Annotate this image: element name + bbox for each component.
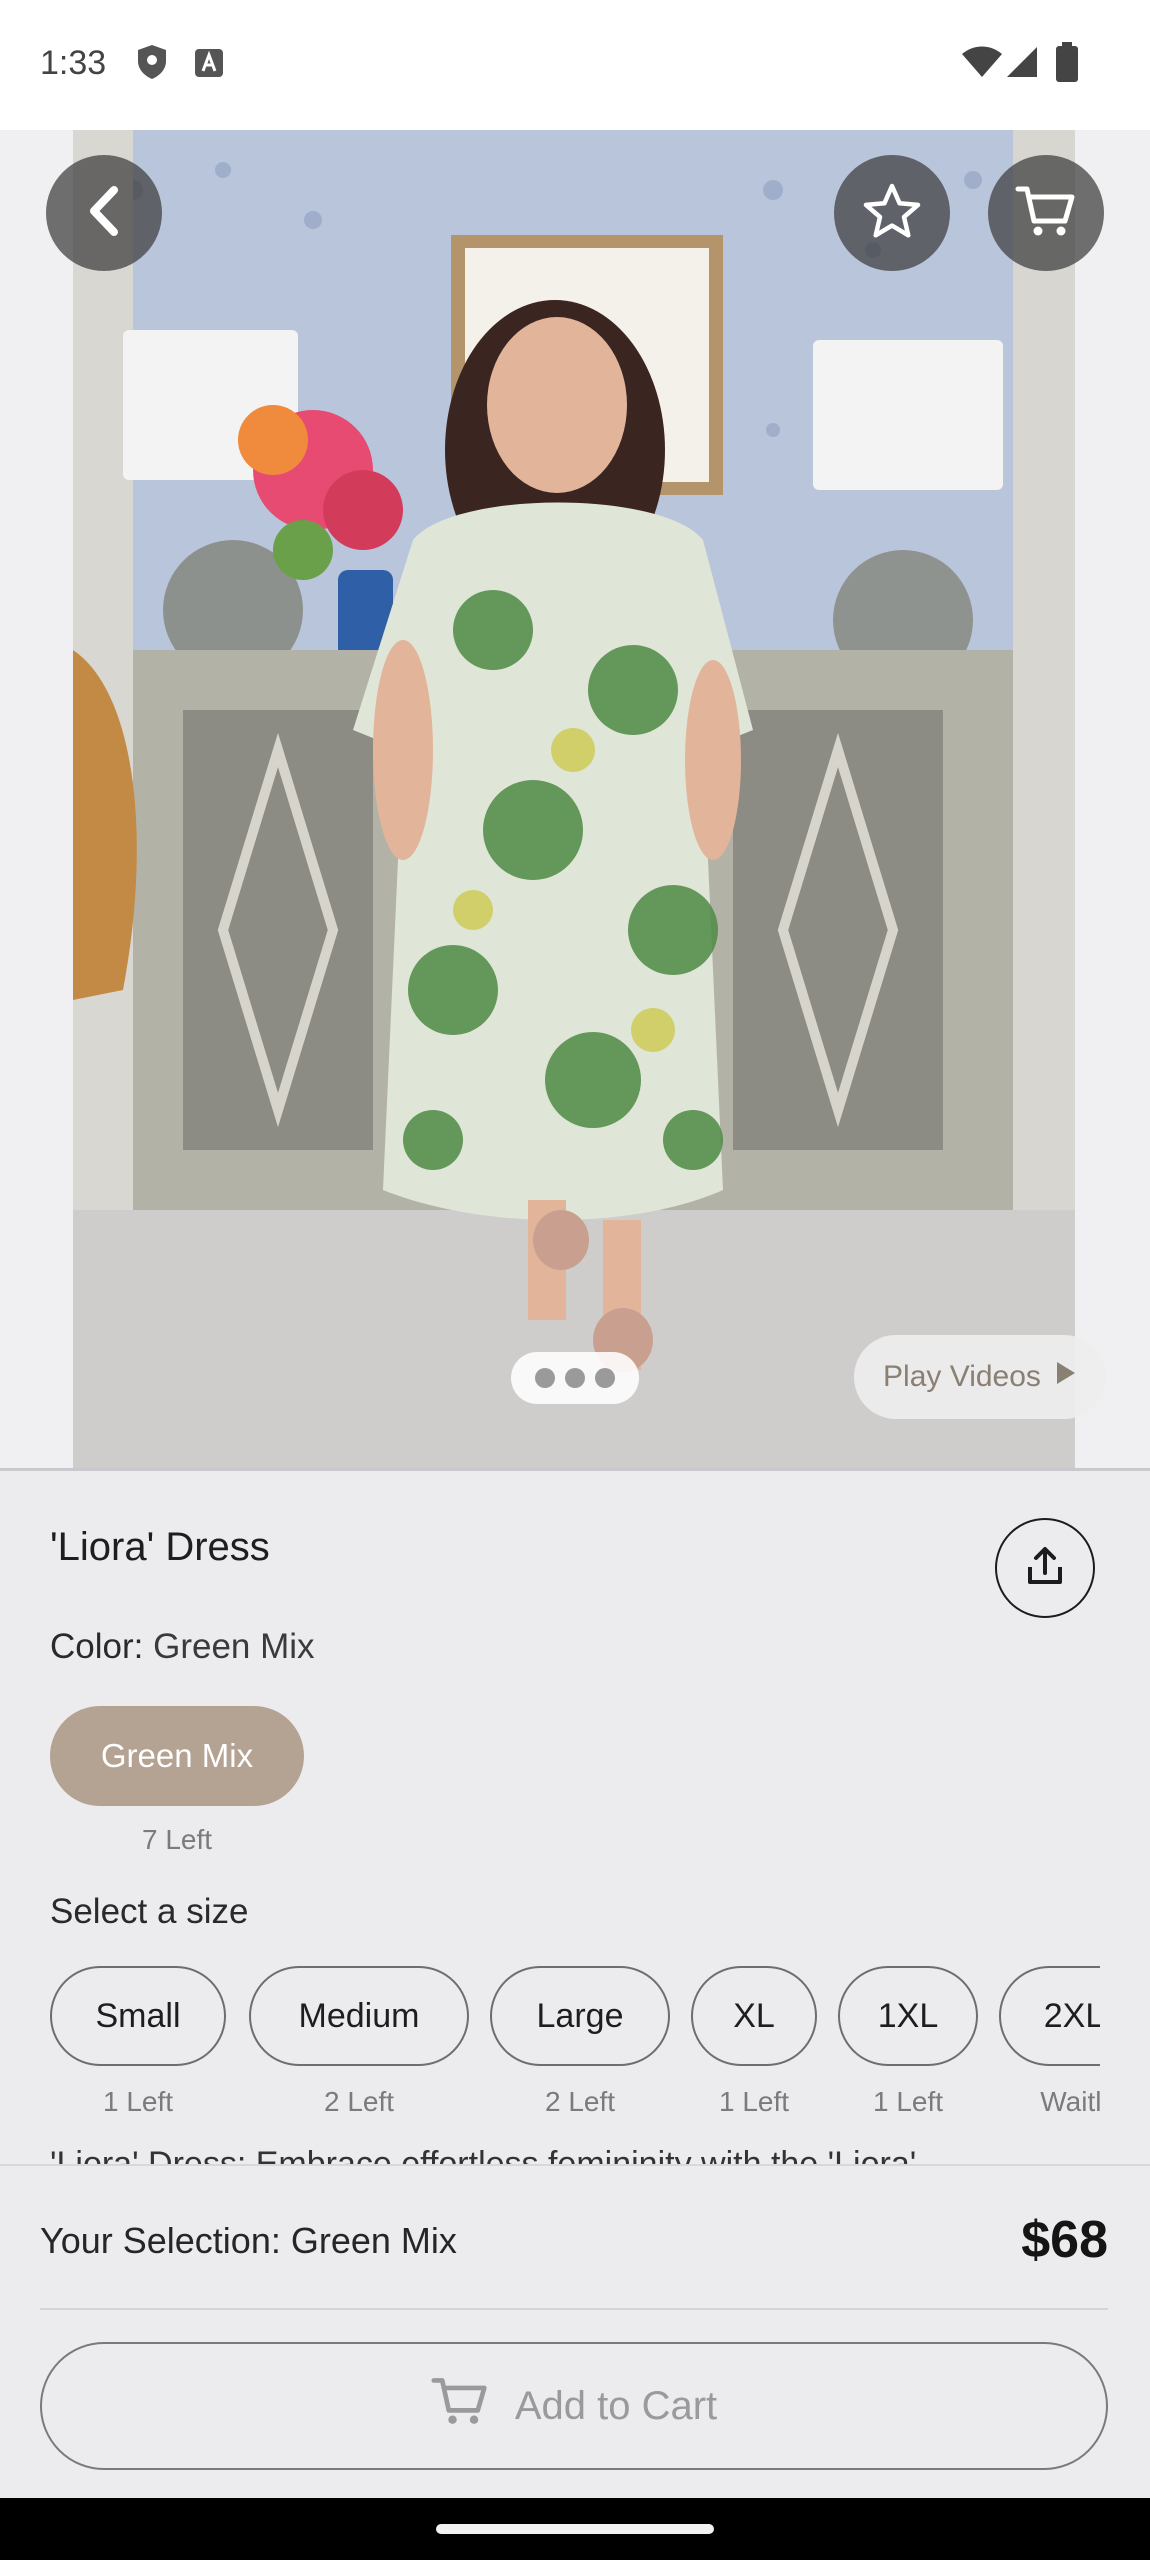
pagination-dot[interactable] <box>565 1368 585 1388</box>
pagination-dot[interactable] <box>595 1368 615 1388</box>
cart-icon <box>1015 183 1077 244</box>
add-to-cart-button[interactable]: Add to Cart <box>40 2342 1108 2470</box>
product-photo <box>73 130 1075 1468</box>
size-label: 2XL <box>1043 1996 1100 2035</box>
size-option-large[interactable]: Large 2 Left <box>490 1966 670 2118</box>
size-label: Small <box>95 1996 181 2035</box>
cart-icon <box>431 2374 489 2438</box>
pagination-dot[interactable] <box>535 1368 555 1388</box>
size-pill[interactable]: Large <box>490 1966 670 2066</box>
size-option-2xl[interactable]: 2XL Waitli <box>999 1966 1100 2118</box>
color-value: Green Mix <box>153 1627 315 1666</box>
size-stock: 2 Left <box>323 2086 395 2117</box>
star-icon <box>862 182 922 245</box>
size-label: 1XL <box>877 1996 939 2035</box>
size-pill[interactable]: Small <box>50 1966 226 2066</box>
your-selection-label: Your Selection: Green Mix <box>40 2220 457 2261</box>
color-line: Color: Green Mix <box>50 1627 315 1667</box>
size-heading: Select a size <box>50 1892 249 1931</box>
color-label: Color: <box>50 1627 144 1666</box>
add-to-cart-label: Add to Cart <box>514 2383 718 2428</box>
size-stock: Waitli <box>1040 2086 1100 2117</box>
hero-divider <box>0 1468 1150 1471</box>
size-option-medium[interactable]: Medium 2 Left <box>249 1966 469 2118</box>
favorite-button[interactable] <box>834 155 950 271</box>
size-pill[interactable]: XL <box>691 1966 817 2066</box>
size-option-xl[interactable]: XL 1 Left <box>691 1966 817 2118</box>
signal-icon <box>1006 46 1038 83</box>
size-option-small[interactable]: Small 1 Left <box>50 1966 226 2118</box>
size-stock: 1 Left <box>872 2086 944 2117</box>
size-selector[interactable]: Small 1 Left Medium 2 Left Large 2 Left … <box>50 1966 1100 2126</box>
size-label: Large <box>536 1996 624 2035</box>
product-description: 'Liora' Dress: Embrace effortless femini… <box>50 2144 1100 2164</box>
play-videos-button[interactable]: Play Videos <box>854 1335 1106 1419</box>
wifi-icon <box>962 46 1002 83</box>
cart-button[interactable] <box>988 155 1104 271</box>
size-pill[interactable]: Medium <box>249 1966 469 2066</box>
share-button[interactable] <box>995 1518 1095 1618</box>
color-option-green-mix[interactable]: Green Mix <box>50 1706 304 1806</box>
play-icon <box>1055 1360 1077 1394</box>
home-gesture-handle[interactable] <box>436 2524 714 2534</box>
price: $68 <box>1021 2211 1108 2269</box>
size-stock: 2 Left <box>544 2086 616 2117</box>
color-option-label: Green Mix <box>100 1737 254 1774</box>
play-videos-label: Play Videos <box>883 1360 1041 1393</box>
size-label: Medium <box>298 1996 420 2035</box>
size-option-1xl[interactable]: 1XL 1 Left <box>838 1966 978 2118</box>
color-option-stock: 7 Left <box>141 1824 213 1855</box>
size-pill[interactable]: 2XL <box>999 1966 1100 2066</box>
description-text: 'Liora' Dress: Embrace effortless femini… <box>50 2145 917 2164</box>
size-pill[interactable]: 1XL <box>838 1966 978 2066</box>
status-bar: 1:33 <box>0 0 1150 130</box>
product-image-carousel[interactable]: Play Videos <box>0 130 1150 1468</box>
size-stock: 1 Left <box>718 2086 790 2117</box>
selection-panel: Your Selection: Green Mix $68 Add to Car… <box>0 2164 1150 2500</box>
product-title: 'Liora' Dress <box>50 1525 270 1569</box>
a-badge-icon <box>194 48 224 83</box>
size-stock: 1 Left <box>102 2086 174 2117</box>
shield-icon <box>136 44 168 85</box>
image-pagination-dots <box>511 1352 639 1404</box>
battery-icon <box>1056 42 1078 87</box>
panel-divider <box>40 2308 1108 2310</box>
share-icon <box>1025 1545 1065 1592</box>
chevron-left-icon <box>82 184 126 243</box>
back-button[interactable] <box>46 155 162 271</box>
status-time: 1:33 <box>40 44 107 82</box>
size-label: XL <box>733 1996 775 2035</box>
